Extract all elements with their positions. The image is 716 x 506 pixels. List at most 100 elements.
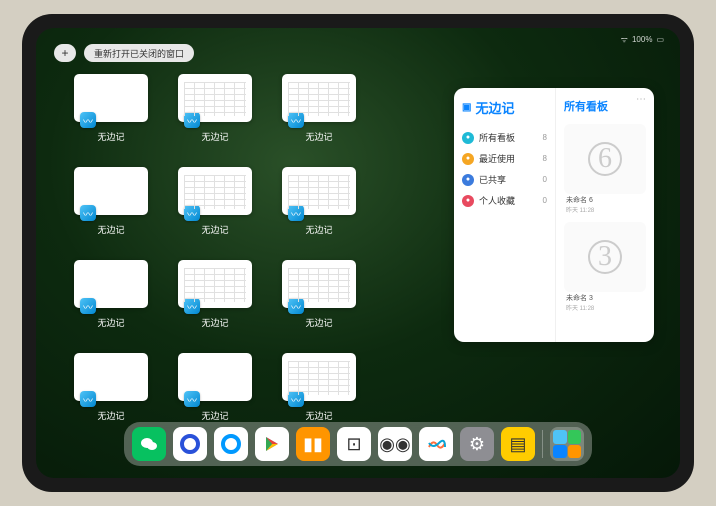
add-button[interactable]: +	[54, 44, 76, 62]
app-switcher-grid: 〰 无边记 〰 无边记 〰 无边记 〰 无边记 〰 无边记 〰 无边记 〰 无边…	[74, 74, 444, 422]
thumbnail-label: 无边记	[201, 130, 228, 143]
sidebar-item[interactable]: ● 所有看板 8	[462, 127, 547, 148]
window-thumbnail[interactable]: 〰 无边记	[282, 260, 356, 329]
window-thumbnail[interactable]: 〰 无边记	[74, 167, 148, 236]
board-card[interactable]: 3 未命名 3 昨天 11:28	[564, 222, 646, 292]
quark-app-icon[interactable]	[173, 427, 207, 461]
board-name: 未命名 3	[566, 293, 594, 303]
board-time: 昨天 11:28	[566, 303, 594, 312]
category-icon: ●	[462, 153, 474, 165]
board-thumbnail-glyph: 3	[588, 240, 622, 274]
board-meta: 未命名 6 昨天 11:28	[566, 195, 594, 214]
freeform-icon: 〰	[80, 391, 96, 407]
freeform-icon: 〰	[288, 391, 304, 407]
category-icon: ●	[462, 174, 474, 186]
sidebar-item[interactable]: ● 已共享 0	[462, 169, 547, 190]
thumbnail-preview: 〰	[178, 74, 252, 122]
recent-apps-group[interactable]	[550, 427, 584, 461]
connect-app-icon[interactable]: ◉◉	[378, 427, 412, 461]
freeform-icon: 〰	[184, 298, 200, 314]
thumbnail-label: 无边记	[305, 130, 332, 143]
category-icon: ●	[462, 132, 474, 144]
board-time: 昨天 11:28	[566, 205, 594, 214]
dock: ▮▮⊡◉◉ ⚙▤	[124, 422, 592, 466]
app-title-text: 无边记	[475, 98, 514, 117]
thumbnail-preview: 〰	[282, 260, 356, 308]
window-thumbnail[interactable]: 〰 无边记	[282, 167, 356, 236]
thumbnail-preview: 〰	[282, 167, 356, 215]
board-meta: 未命名 3 昨天 11:28	[566, 293, 594, 312]
battery-text: 100%	[632, 35, 652, 44]
thumbnail-preview: 〰	[74, 74, 148, 122]
window-thumbnail[interactable]: 〰 无边记	[282, 74, 356, 143]
thumbnail-label: 无边记	[201, 316, 228, 329]
window-thumbnail[interactable]: 〰 无边记	[74, 260, 148, 329]
window-thumbnail[interactable]: 〰 无边记	[178, 260, 252, 329]
top-controls: + 重新打开已关闭的窗口	[54, 44, 194, 62]
sidebar-item-count: 0	[543, 196, 547, 205]
thumbnail-label: 无边记	[201, 223, 228, 236]
screen: ᯤ 100% ▭ + 重新打开已关闭的窗口 〰 无边记 〰 无边记 〰 无边记 …	[36, 28, 680, 478]
sidebar-icon: ▣	[462, 102, 471, 113]
board-thumbnail-glyph: 6	[588, 142, 622, 176]
freeform-icon: 〰	[80, 298, 96, 314]
notes-app-icon[interactable]: ▤	[501, 427, 535, 461]
sidebar-item[interactable]: ● 最近使用 8	[462, 148, 547, 169]
freeform-window[interactable]: ▣ 无边记 ● 所有看板 8 ● 最近使用 8 ● 已共享 0 ● 个人收藏 0…	[454, 88, 654, 342]
sidebar-item-label: 所有看板	[479, 131, 515, 144]
freeform-icon: 〰	[80, 112, 96, 128]
freeform-icon: 〰	[288, 205, 304, 221]
window-thumbnail[interactable]: 〰 无边记	[178, 353, 252, 422]
board-card[interactable]: 6 未命名 6 昨天 11:28	[564, 124, 646, 194]
window-thumbnail[interactable]: 〰 无边记	[282, 353, 356, 422]
window-thumbnail[interactable]: 〰 无边记	[74, 353, 148, 422]
thumbnail-label: 无边记	[305, 316, 332, 329]
category-icon: ●	[462, 195, 474, 207]
thumbnail-preview: 〰	[74, 353, 148, 401]
reopen-closed-window-button[interactable]: 重新打开已关闭的窗口	[84, 44, 194, 62]
thumbnail-label: 无边记	[97, 130, 124, 143]
sidebar-item-count: 8	[543, 154, 547, 163]
freeform-icon: 〰	[80, 205, 96, 221]
sidebar-item-label: 最近使用	[479, 152, 515, 165]
battery-icon: ▭	[656, 35, 664, 44]
status-bar: ᯤ 100% ▭	[621, 34, 664, 45]
thumbnail-preview: 〰	[178, 260, 252, 308]
freeform-app-icon[interactable]	[419, 427, 453, 461]
dice-app-icon[interactable]: ⊡	[337, 427, 371, 461]
thumbnail-label: 无边记	[97, 316, 124, 329]
window-thumbnail[interactable]: 〰 无边记	[178, 167, 252, 236]
freeform-icon: 〰	[288, 298, 304, 314]
play-app-icon[interactable]	[255, 427, 289, 461]
sidebar-item-count: 8	[543, 133, 547, 142]
window-thumbnail[interactable]: 〰 无边记	[178, 74, 252, 143]
thumbnail-label: 无边记	[201, 409, 228, 422]
board-name: 未命名 6	[566, 195, 594, 205]
thumbnail-label: 无边记	[305, 409, 332, 422]
dock-separator	[542, 430, 543, 458]
qqbrowser-app-icon[interactable]	[214, 427, 248, 461]
thumbnail-preview: 〰	[178, 167, 252, 215]
wechat-app-icon[interactable]	[132, 427, 166, 461]
board-list-title: 所有看板	[564, 98, 646, 114]
thumbnail-preview: 〰	[74, 260, 148, 308]
books-app-icon[interactable]: ▮▮	[296, 427, 330, 461]
thumbnail-preview: 〰	[74, 167, 148, 215]
sidebar-item[interactable]: ● 个人收藏 0	[462, 190, 547, 211]
sidebar: ▣ 无边记 ● 所有看板 8 ● 最近使用 8 ● 已共享 0 ● 个人收藏 0	[454, 88, 556, 342]
thumbnail-label: 无边记	[97, 223, 124, 236]
more-menu-icon[interactable]: ⋯	[636, 94, 646, 105]
freeform-icon: 〰	[184, 112, 200, 128]
sidebar-item-label: 个人收藏	[479, 194, 515, 207]
ipad-frame: ᯤ 100% ▭ + 重新打开已关闭的窗口 〰 无边记 〰 无边记 〰 无边记 …	[22, 14, 694, 492]
freeform-icon: 〰	[184, 205, 200, 221]
board-list: ⋯ 所有看板 6 未命名 6 昨天 11:28 3 未命名 3 昨天 11:28	[556, 88, 654, 342]
settings-app-icon[interactable]: ⚙	[460, 427, 494, 461]
thumbnail-preview: 〰	[282, 74, 356, 122]
sidebar-item-count: 0	[543, 175, 547, 184]
freeform-icon: 〰	[288, 112, 304, 128]
sidebar-item-label: 已共享	[479, 173, 506, 186]
window-thumbnail[interactable]: 〰 无边记	[74, 74, 148, 143]
thumbnail-preview: 〰	[282, 353, 356, 401]
app-title: ▣ 无边记	[462, 98, 547, 117]
